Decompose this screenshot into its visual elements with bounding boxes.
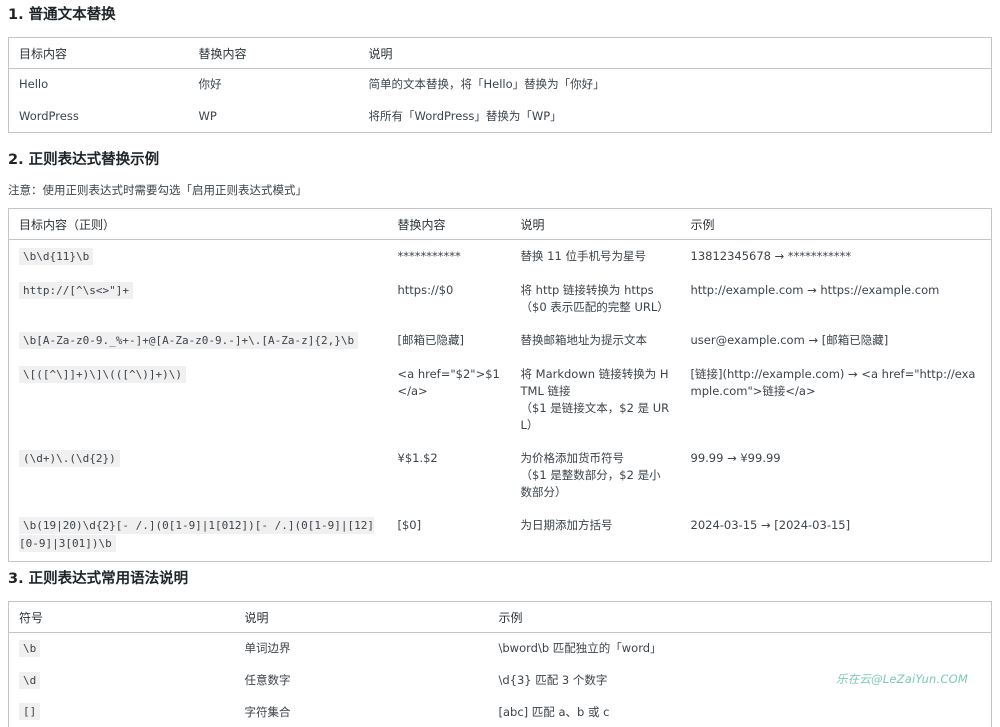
table-row: \b(19|20)\d{2}[- /.](0[1-9]|1[012])[- /.…	[9, 509, 992, 562]
column-header-desc: 说明	[358, 37, 992, 69]
plain-replace-table: 目标内容 替换内容 说明 Hello 你好 简单的文本替换，将「Hello」替换…	[8, 37, 992, 133]
cell-replace: https://$0	[397, 283, 454, 297]
cell-desc: 任意数字	[244, 673, 291, 687]
section-title-regex-examples: 2. 正则表达式替换示例	[8, 152, 160, 168]
regex-syntax-table: 符号 说明 示例 \b 单词边界 \bword\b 匹配独立的「word」 \d…	[8, 601, 992, 727]
regex-code: (\d+)\.(\d{2})	[19, 450, 120, 467]
cell-desc: 替换 11 位手机号为星号	[511, 240, 681, 275]
desc-note: （$1 是整数部分，$2 是小数部分）	[520, 468, 661, 499]
cell-symbol: \d	[9, 665, 235, 697]
table-header-row: 目标内容 替换内容 说明	[8, 37, 992, 69]
table-row: WordPress WP 将所有「WordPress」替换为「WP」	[9, 101, 992, 133]
cell-target: WordPress	[19, 108, 79, 123]
column-header-example: 示例	[488, 601, 992, 633]
desc-text: 替换 11 位手机号为星号	[520, 249, 646, 263]
regex-code: \b\d{11}\b	[19, 248, 94, 265]
regex-mode-note: 注意：使用正则表达式时需要勾选「启用正则表达式模式」	[8, 183, 307, 197]
column-header-desc: 说明	[234, 601, 489, 633]
cell-replace: <a href="$2">$1</a>	[397, 367, 500, 398]
desc-note: （$1 是链接文本，$2 是 URL）	[520, 401, 670, 432]
desc-note: （$0 表示匹配的完整 URL）	[520, 300, 669, 314]
cell-desc: 为价格添加货币符号 （$1 是整数部分，$2 是小数部分）	[511, 442, 681, 509]
section-title-plain-replace: 1. 普通文本替换	[8, 7, 116, 23]
column-header-desc: 说明	[510, 208, 681, 240]
regex-code: \b[A-Za-z0-9._%+-]+@[A-Za-z0-9.-]+\.[A-Z…	[19, 332, 359, 349]
column-header-symbol: 符号	[8, 601, 235, 633]
table-row: (\d+)\.(\d{2}) ¥$1.$2 为价格添加货币符号 （$1 是整数部分…	[9, 442, 992, 509]
regex-code: \b(19|20)\d{2}[- /.](0[1-9]|1[012])[- /.…	[19, 517, 374, 552]
cell-replace: ¥$1.$2	[397, 451, 438, 465]
cell-example: 13812345678 → ***********	[690, 249, 852, 263]
symbol-code: \b	[19, 639, 41, 657]
cell-target: Hello	[19, 77, 49, 92]
desc-text: 将 http 链接转换为 https	[520, 283, 654, 297]
cell-symbol: []	[9, 697, 235, 727]
table-row: [] 字符集合 [abc] 匹配 a、b 或 c	[9, 697, 992, 727]
cell-example: user@example.com → [邮箱已隐藏]	[690, 333, 889, 347]
symbol-code: \d	[19, 671, 41, 689]
symbol-code: []	[19, 703, 41, 721]
cell-example: [abc] 匹配 a、b 或 c	[498, 704, 610, 719]
cell-example: 2024-03-15 → [2024-03-15]	[690, 518, 851, 532]
cell-target: (\d+)\.(\d{2})	[9, 442, 388, 509]
cell-desc: 将所有「WordPress」替换为「WP」	[368, 108, 562, 123]
table-header-row: 符号 说明 示例	[8, 601, 992, 633]
cell-symbol: \b	[9, 633, 235, 665]
section-title-regex-syntax: 3. 正则表达式常用语法说明	[8, 571, 189, 587]
table-row: Hello 你好 简单的文本替换，将「Hello」替换为「你好」	[9, 69, 992, 101]
cell-desc: 单词边界	[244, 641, 291, 656]
desc-text: 为日期添加方括号	[520, 518, 613, 532]
column-header-target-regex: 目标内容（正则）	[8, 208, 388, 240]
cell-example: \bword\b 匹配独立的「word」	[498, 641, 662, 656]
regex-code: http://[^\s<>"]+	[19, 282, 133, 299]
table-row: \[([^\]]+)\]\(([^\)]+)\) <a href="$2">$1…	[9, 358, 992, 442]
column-header-replace: 替换内容	[188, 37, 359, 69]
cell-target: \b\d{11}\b	[9, 240, 388, 275]
table-row: \b\d{11}\b *********** 替换 11 位手机号为星号 138…	[9, 240, 992, 275]
table-row: \b[A-Za-z0-9._%+-]+@[A-Za-z0-9.-]+\.[A-Z…	[9, 324, 992, 358]
site-watermark: 乐在云@LeZaiYun.COM	[836, 672, 969, 686]
cell-replace: 你好	[198, 77, 222, 92]
cell-replace: [邮箱已隐藏]	[397, 333, 464, 347]
cell-desc: 字符集合	[244, 704, 291, 719]
cell-example: [链接](http://example.com) → <a href="http…	[690, 367, 976, 398]
column-header-replace: 替换内容	[387, 208, 511, 240]
table-row: \b 单词边界 \bword\b 匹配独立的「word」	[9, 633, 992, 665]
regex-code: \[([^\]]+)\]\(([^\)]+)\)	[19, 366, 186, 383]
page: 1. 普通文本替换 目标内容 替换内容 说明 Hello 你好 简单的文本替换，…	[0, 0, 1000, 727]
cell-desc: 将 Markdown 链接转换为 HTML 链接 （$1 是链接文本，$2 是 U…	[511, 358, 681, 442]
column-header-target: 目标内容	[8, 37, 189, 69]
cell-target: http://[^\s<>"]+	[9, 274, 388, 324]
cell-replace: WP	[198, 108, 217, 123]
cell-target: \[([^\]]+)\]\(([^\)]+)\)	[9, 358, 388, 442]
column-header-example: 示例	[680, 208, 992, 240]
cell-target: \b[A-Za-z0-9._%+-]+@[A-Za-z0-9.-]+\.[A-Z…	[9, 324, 388, 358]
cell-desc: 替换邮箱地址为提示文本	[511, 324, 681, 358]
cell-replace: [$0]	[397, 518, 422, 532]
desc-text: 为价格添加货币符号	[520, 451, 625, 465]
cell-target: \b(19|20)\d{2}[- /.](0[1-9]|1[012])[- /.…	[9, 509, 388, 562]
cell-replace: ***********	[397, 249, 461, 263]
desc-text: 替换邮箱地址为提示文本	[520, 333, 648, 347]
cell-desc: 为日期添加方括号	[511, 509, 681, 562]
desc-text: 将 Markdown 链接转换为 HTML 链接	[520, 367, 669, 398]
regex-examples-table: 目标内容（正则） 替换内容 说明 示例 \b\d{11}\b *********…	[8, 208, 992, 562]
cell-example: http://example.com → https://example.com	[690, 283, 940, 297]
cell-example: 99.99 → ¥99.99	[690, 451, 781, 465]
cell-desc: 简单的文本替换，将「Hello」替换为「你好」	[368, 77, 605, 92]
cell-desc: 将 http 链接转换为 https （$0 表示匹配的完整 URL）	[511, 274, 681, 324]
table-header-row: 目标内容（正则） 替换内容 说明 示例	[8, 208, 992, 240]
table-row: http://[^\s<>"]+ https://$0 将 http 链接转换为…	[9, 274, 992, 324]
